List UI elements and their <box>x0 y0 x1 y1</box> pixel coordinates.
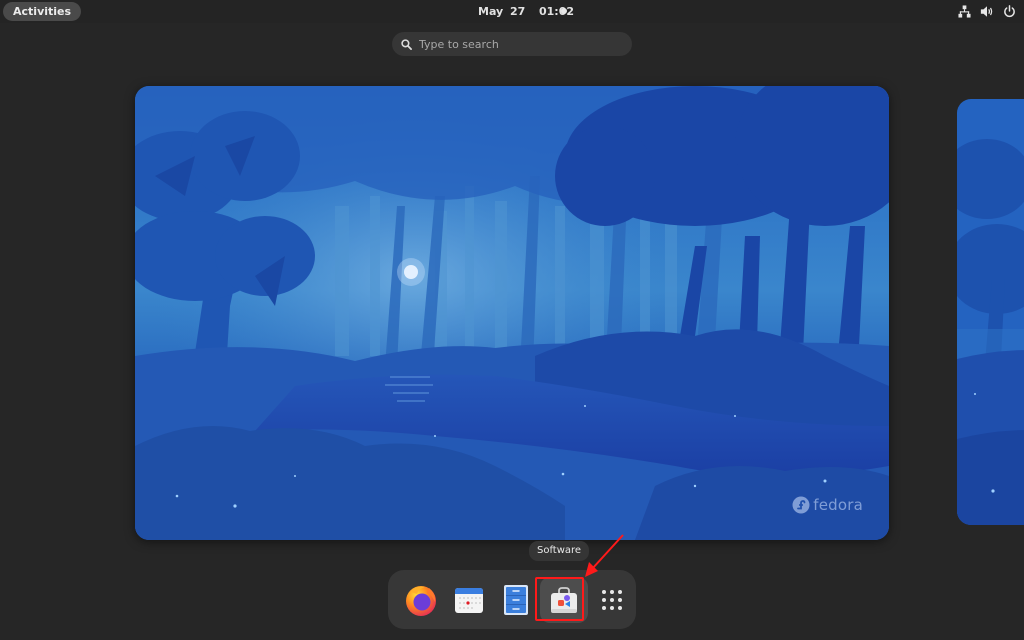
workspace-thumbnail-next[interactable] <box>957 99 1024 525</box>
search-input[interactable] <box>419 37 609 51</box>
volume-icon <box>980 6 993 17</box>
dock-item-files[interactable] <box>493 577 541 623</box>
notification-dot-icon <box>561 8 567 14</box>
power-icon <box>1004 5 1015 18</box>
dock-tooltip: Software <box>529 541 590 561</box>
fedora-logo-icon <box>792 496 810 514</box>
dash-dock <box>388 570 636 629</box>
dock-item-firefox[interactable] <box>397 577 445 623</box>
activities-button[interactable]: Activities <box>3 2 82 21</box>
clock-button[interactable]: May 27 01:02 <box>478 0 574 23</box>
dock-item-show-applications[interactable] <box>588 577 636 623</box>
app-grid-icon <box>602 589 623 610</box>
calendar-icon <box>454 587 483 613</box>
system-menu-button[interactable] <box>958 3 1016 20</box>
network-wired-icon <box>958 5 971 18</box>
workspace-thumbnail-current[interactable]: fedora <box>135 86 889 540</box>
file-cabinet-icon <box>504 584 529 615</box>
wallpaper-image <box>135 86 889 540</box>
firefox-icon <box>405 585 436 616</box>
dock-item-software[interactable] <box>540 576 589 623</box>
wallpaper-image <box>957 99 1024 525</box>
dock-item-calendar[interactable] <box>445 577 493 623</box>
software-bag-icon <box>551 586 578 613</box>
fedora-watermark-text: fedora <box>813 496 863 514</box>
search-bar[interactable] <box>392 32 632 56</box>
top-bar: Activities May 27 01:02 <box>0 0 1024 23</box>
fedora-watermark: fedora <box>792 496 863 514</box>
search-icon <box>401 38 412 50</box>
